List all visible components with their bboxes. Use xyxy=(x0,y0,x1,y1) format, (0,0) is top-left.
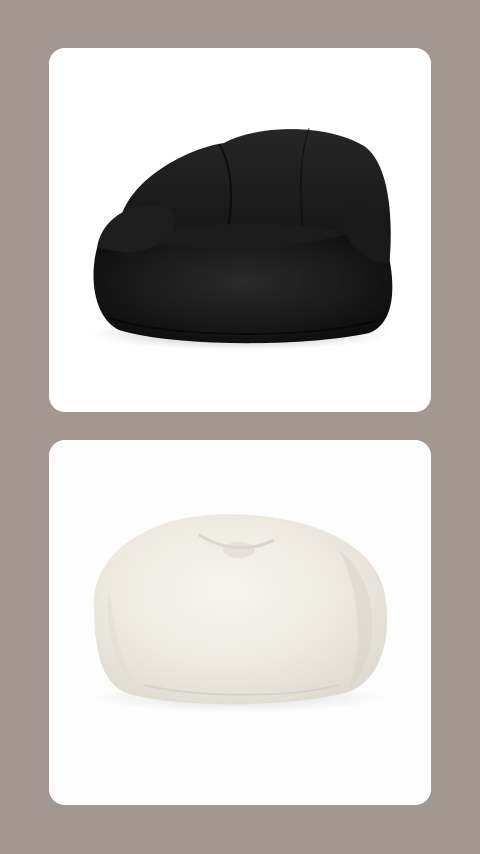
product-card-black-bean-bag[interactable] xyxy=(49,48,431,412)
black-bean-bag-image xyxy=(49,48,431,412)
product-card-white-bean-bag[interactable] xyxy=(49,440,431,805)
white-bean-bag-image xyxy=(49,440,431,805)
